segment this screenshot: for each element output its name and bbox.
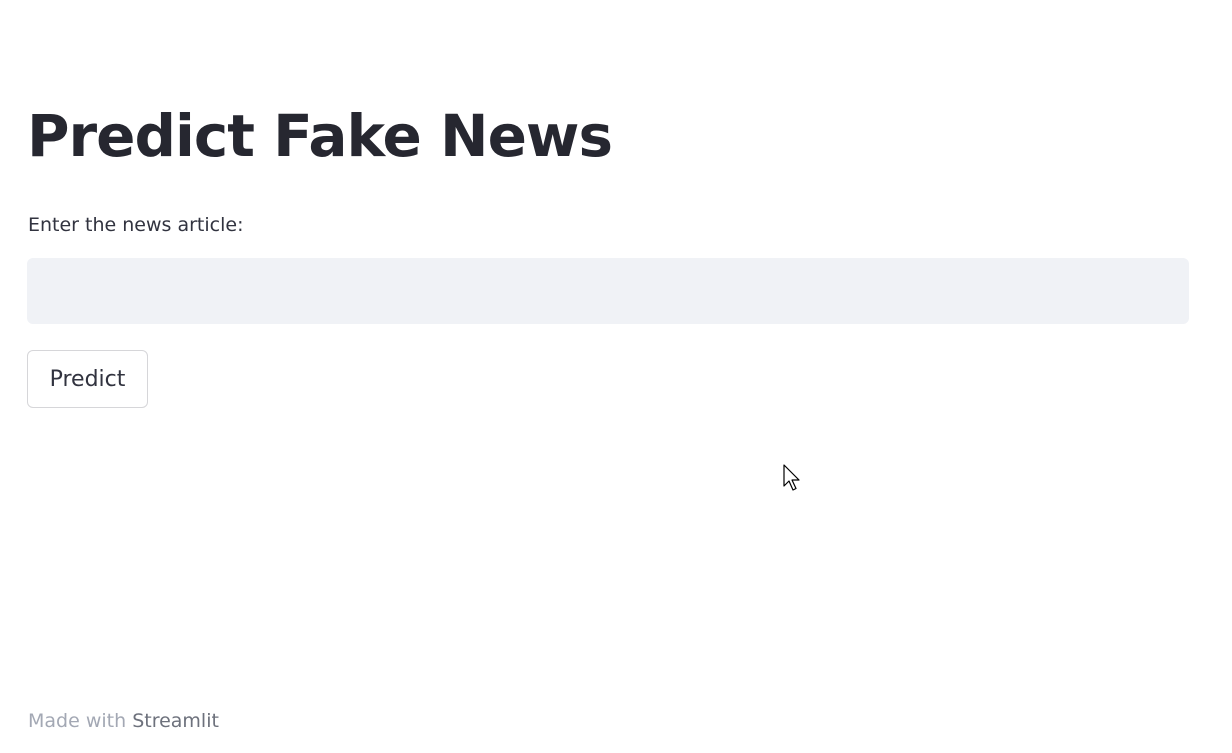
predict-button[interactable]: Predict [27, 350, 148, 408]
streamlit-app-page: Predict Fake News Enter the news article… [0, 0, 1232, 753]
footer: Made with Streamlit [28, 708, 219, 734]
news-article-label: Enter the news article: [28, 214, 244, 236]
page-title: Predict Fake News [27, 102, 613, 170]
mouse-pointer-icon [783, 464, 800, 491]
streamlit-link[interactable]: Streamlit [132, 710, 219, 732]
footer-prefix: Made with [28, 710, 127, 732]
news-article-input[interactable] [27, 258, 1189, 324]
